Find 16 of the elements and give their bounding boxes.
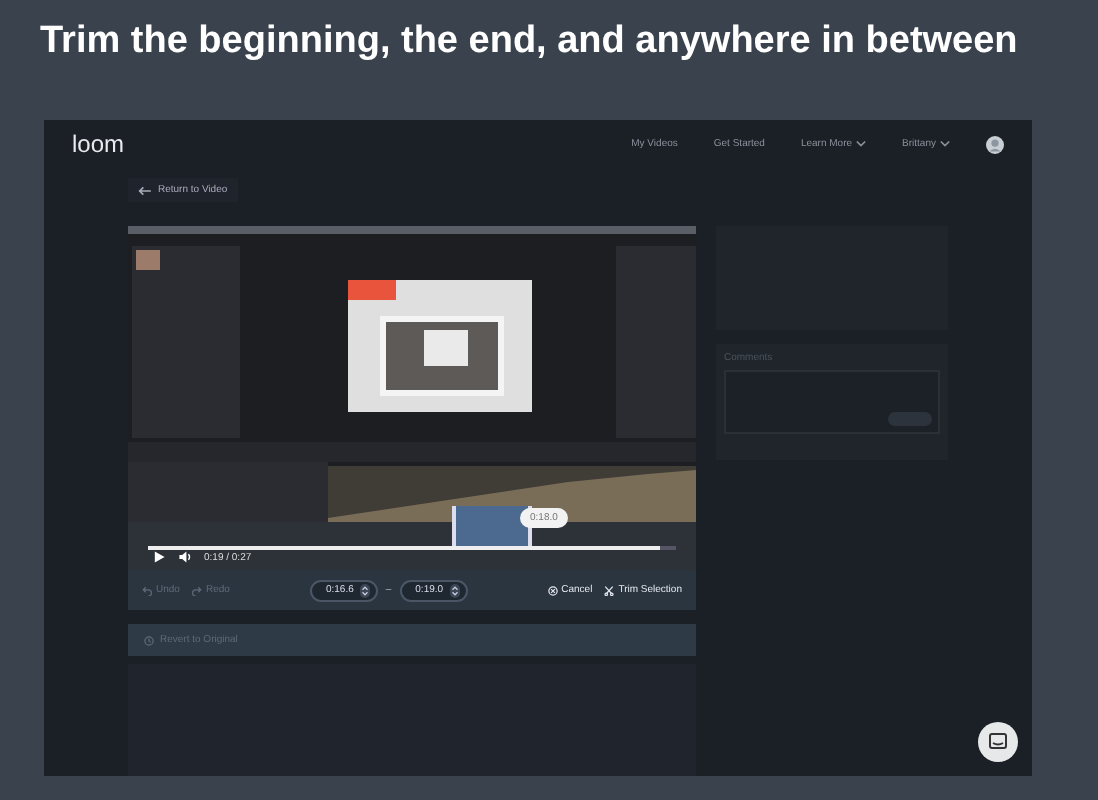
caret-icon <box>940 140 950 148</box>
revert-icon <box>144 635 154 645</box>
undo-icon <box>142 585 152 595</box>
headline: Trim the beginning, the end, and anywhere in between <box>40 18 1018 66</box>
caret-icon <box>856 140 867 148</box>
cancel-icon <box>547 585 558 595</box>
arrow-left-icon <box>138 185 152 195</box>
volume-icon[interactable] <box>178 550 192 564</box>
scissors-icon <box>604 585 615 595</box>
stepper-icon[interactable] <box>449 583 460 597</box>
avatar-icon[interactable] <box>986 135 1004 153</box>
logo: loom <box>72 130 125 158</box>
trim-selection[interactable] <box>452 506 532 548</box>
redo-icon <box>191 585 202 595</box>
stepper-icon[interactable] <box>359 583 370 597</box>
chat-icon[interactable] <box>978 722 1018 762</box>
